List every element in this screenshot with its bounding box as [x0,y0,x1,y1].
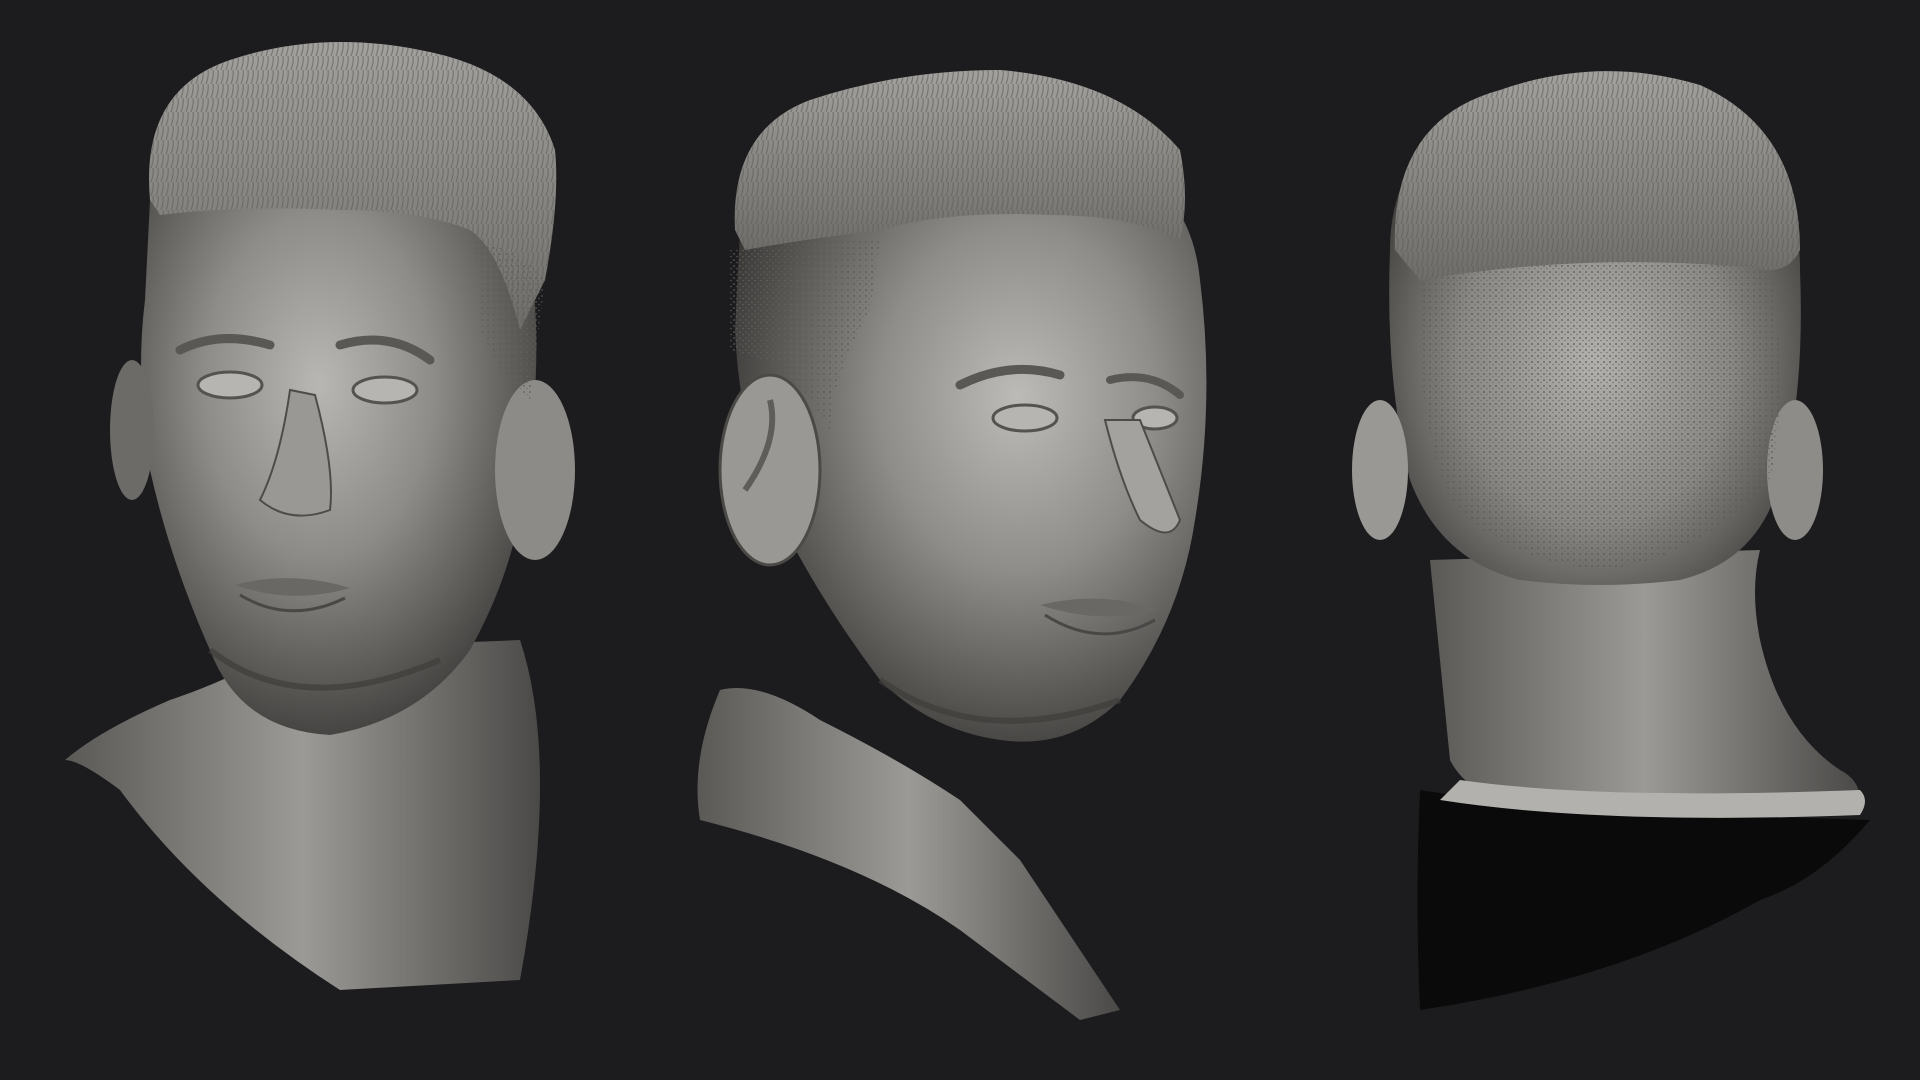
bust-interior [1417,790,1870,1010]
side-three-quarter-view [697,70,1207,1020]
back-view [1352,71,1870,1010]
sculpt-render-stage [0,0,1920,1080]
front-three-quarter-view [65,42,575,990]
neck [1430,550,1860,814]
hair-strands [1394,71,1800,281]
eye-left [196,370,264,400]
ear-left [1352,400,1408,540]
neck-bust [697,688,1120,1020]
ear-left [110,360,154,500]
eye-right [351,375,419,405]
eye-left [991,403,1059,433]
ear-right [495,380,575,560]
sculpt-render-canvas [65,42,1870,1020]
